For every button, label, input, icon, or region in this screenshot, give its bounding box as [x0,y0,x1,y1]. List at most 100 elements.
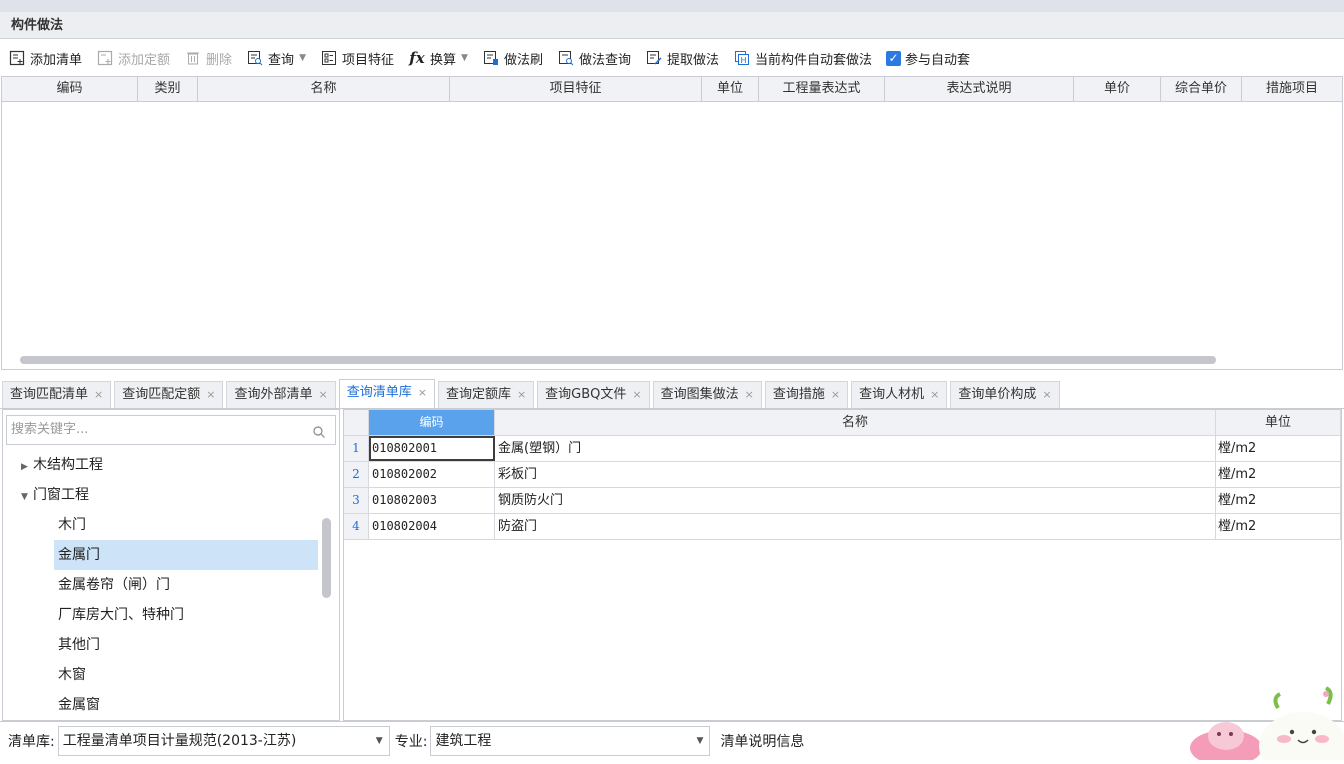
tree-node-label: 厂库房大门、特种门 [58,607,184,623]
function-icon: fx [408,49,426,67]
add-list-button[interactable]: 添加清单 [8,46,82,70]
tab-label: 查询单价构成 [958,387,1036,402]
add-list-icon [8,49,26,67]
tab-label: 查询定额库 [446,387,511,402]
tree-node-label: 木窗 [58,667,86,683]
panel-title: 构件做法 [0,12,1344,39]
convert-button[interactable]: fx 换算 ▼ [408,46,468,70]
name-cell[interactable]: 防盗门 [495,514,1216,539]
tree-node-label: 木门 [58,517,86,533]
method-brush-button[interactable]: 做法刷 [482,46,543,70]
close-icon[interactable]: × [831,388,840,401]
column-header[interactable]: 编码 [2,77,138,101]
column-header[interactable]: 名称 [198,77,450,101]
tree-node[interactable]: ▼门窗工程 [3,480,323,510]
close-icon[interactable]: × [318,388,327,401]
delete-button[interactable]: 删除 [184,46,232,70]
code-cell[interactable]: 010802001 [369,436,495,461]
code-cell[interactable]: 010802002 [369,462,495,487]
tree-leaf[interactable]: 厂库房大门、特种门 [3,600,323,630]
query-label: 查询 [268,49,294,68]
code-cell[interactable]: 010802003 [369,488,495,513]
horizontal-scrollbar[interactable] [20,356,1216,364]
method-query-button[interactable]: 做法查询 [557,46,631,70]
vertical-scrollbar[interactable] [322,518,331,598]
auto-apply-current-button[interactable]: H 当前构件自动套做法 [733,46,872,70]
tab-measures[interactable]: 查询措施× [765,381,848,408]
column-header[interactable]: 表达式说明 [885,77,1074,101]
tree-leaf[interactable]: 金属卷帘（闸）门 [3,570,323,600]
tab-label: 查询匹配定额 [122,387,200,402]
close-icon[interactable]: × [206,388,215,401]
unit-cell[interactable]: 樘/m2 [1216,488,1341,513]
tab-match-quota[interactable]: 查询匹配定额 × [114,381,223,408]
close-icon[interactable]: × [1042,388,1051,401]
search-input[interactable]: 搜索关键字... [6,415,336,445]
tab-gbq-file[interactable]: 查询GBQ文件 × [537,381,649,408]
tab-labor-material[interactable]: 查询人材机× [851,381,947,408]
column-header[interactable]: 措施项目 [1242,77,1342,101]
close-icon[interactable]: × [930,388,939,401]
category-panel: 搜索关键字... ▶木结构工程 ▼门窗工程 木门 金属门 金属卷帘（闸）门 厂库… [2,409,340,721]
search-doc-icon [557,49,575,67]
name-cell[interactable]: 钢质防火门 [495,488,1216,513]
tab-list-library[interactable]: 查询清单库× [339,379,435,408]
tree-leaf[interactable]: 金属窗 [3,690,323,720]
close-icon[interactable]: × [517,388,526,401]
column-header-name[interactable]: 名称 [495,410,1216,435]
tab-external-list[interactable]: 查询外部清单× [226,381,335,408]
close-icon[interactable]: × [94,388,103,401]
query-tabs: 查询匹配清单× 查询匹配定额 × 查询外部清单× 查询清单库× 查询定额库 × 查询… [0,379,1344,409]
specialty-select-value: 建筑工程 [435,733,491,749]
table-row[interactable]: 2 010802002 彩板门 樘/m2 [344,462,1341,488]
list-info-label[interactable]: 清单说明信息 [720,731,804,751]
brush-icon [482,49,500,67]
list-results-grid: 编码 名称 单位 1 010802001 金属(塑钢）门 樘/m2 2 0108… [343,409,1342,721]
specialty-select[interactable]: 建筑工程 ▼ [430,726,710,756]
close-icon[interactable]: × [632,388,641,401]
extract-method-button[interactable]: 提取做法 [645,46,719,70]
close-icon[interactable]: × [745,388,754,401]
query-icon [246,49,264,67]
tree-leaf-selected[interactable]: 金属门 [54,540,318,570]
search-icon[interactable] [312,422,328,438]
svg-text:H: H [740,56,746,65]
unit-cell[interactable]: 樘/m2 [1216,436,1341,461]
tree-leaf[interactable]: 木窗 [3,660,323,690]
unit-cell[interactable]: 樘/m2 [1216,514,1341,539]
unit-cell[interactable]: 樘/m2 [1216,462,1341,487]
caret-down-icon[interactable]: ▼ [21,482,33,512]
tree-leaf[interactable]: 其他门 [3,630,323,660]
tree-node[interactable]: ▶木结构工程 [3,450,323,480]
column-header[interactable]: 综合单价 [1161,77,1242,101]
caret-right-icon[interactable]: ▶ [21,452,33,482]
item-features-button[interactable]: 项目特征 [320,46,394,70]
tab-match-list[interactable]: 查询匹配清单× [2,381,111,408]
tab-label: 查询GBQ文件 [545,387,626,402]
category-tree: ▶木结构工程 ▼门窗工程 木门 金属门 金属卷帘（闸）门 厂库房大门、特种门 其… [3,450,323,720]
participate-auto-checkbox[interactable]: ✓ 参与自动套 [886,46,970,70]
tab-unit-price[interactable]: 查询单价构成 × [950,381,1059,408]
name-cell[interactable]: 彩板门 [495,462,1216,487]
library-select[interactable]: 工程量清单项目计量规范(2013-江苏) ▼ [58,726,390,756]
column-header[interactable]: 单价 [1074,77,1161,101]
column-header[interactable]: 项目特征 [450,77,702,101]
table-row[interactable]: 3 010802003 钢质防火门 樘/m2 [344,488,1341,514]
table-row[interactable]: 1 010802001 金属(塑钢）门 樘/m2 [344,436,1341,462]
close-icon[interactable]: × [418,386,427,399]
query-button[interactable]: 查询 ▼ [246,46,306,70]
table-row[interactable]: 4 010802004 防盗门 樘/m2 [344,514,1341,540]
code-cell[interactable]: 010802004 [369,514,495,539]
column-header[interactable]: 工程量表达式 [759,77,885,101]
column-header-unit[interactable]: 单位 [1216,410,1341,435]
tree-leaf[interactable]: 木门 [3,510,323,540]
tab-quota-library[interactable]: 查询定额库 × [438,381,534,408]
add-quota-button[interactable]: 添加定额 [96,46,170,70]
mascot-icon [1188,684,1344,760]
column-header[interactable]: 类别 [138,77,198,101]
column-header[interactable]: 单位 [702,77,759,101]
trash-icon [184,49,202,67]
tab-atlas-method[interactable]: 查询图集做法× [653,381,762,408]
name-cell[interactable]: 金属(塑钢）门 [495,436,1216,461]
column-header-code[interactable]: 编码 [369,410,495,435]
